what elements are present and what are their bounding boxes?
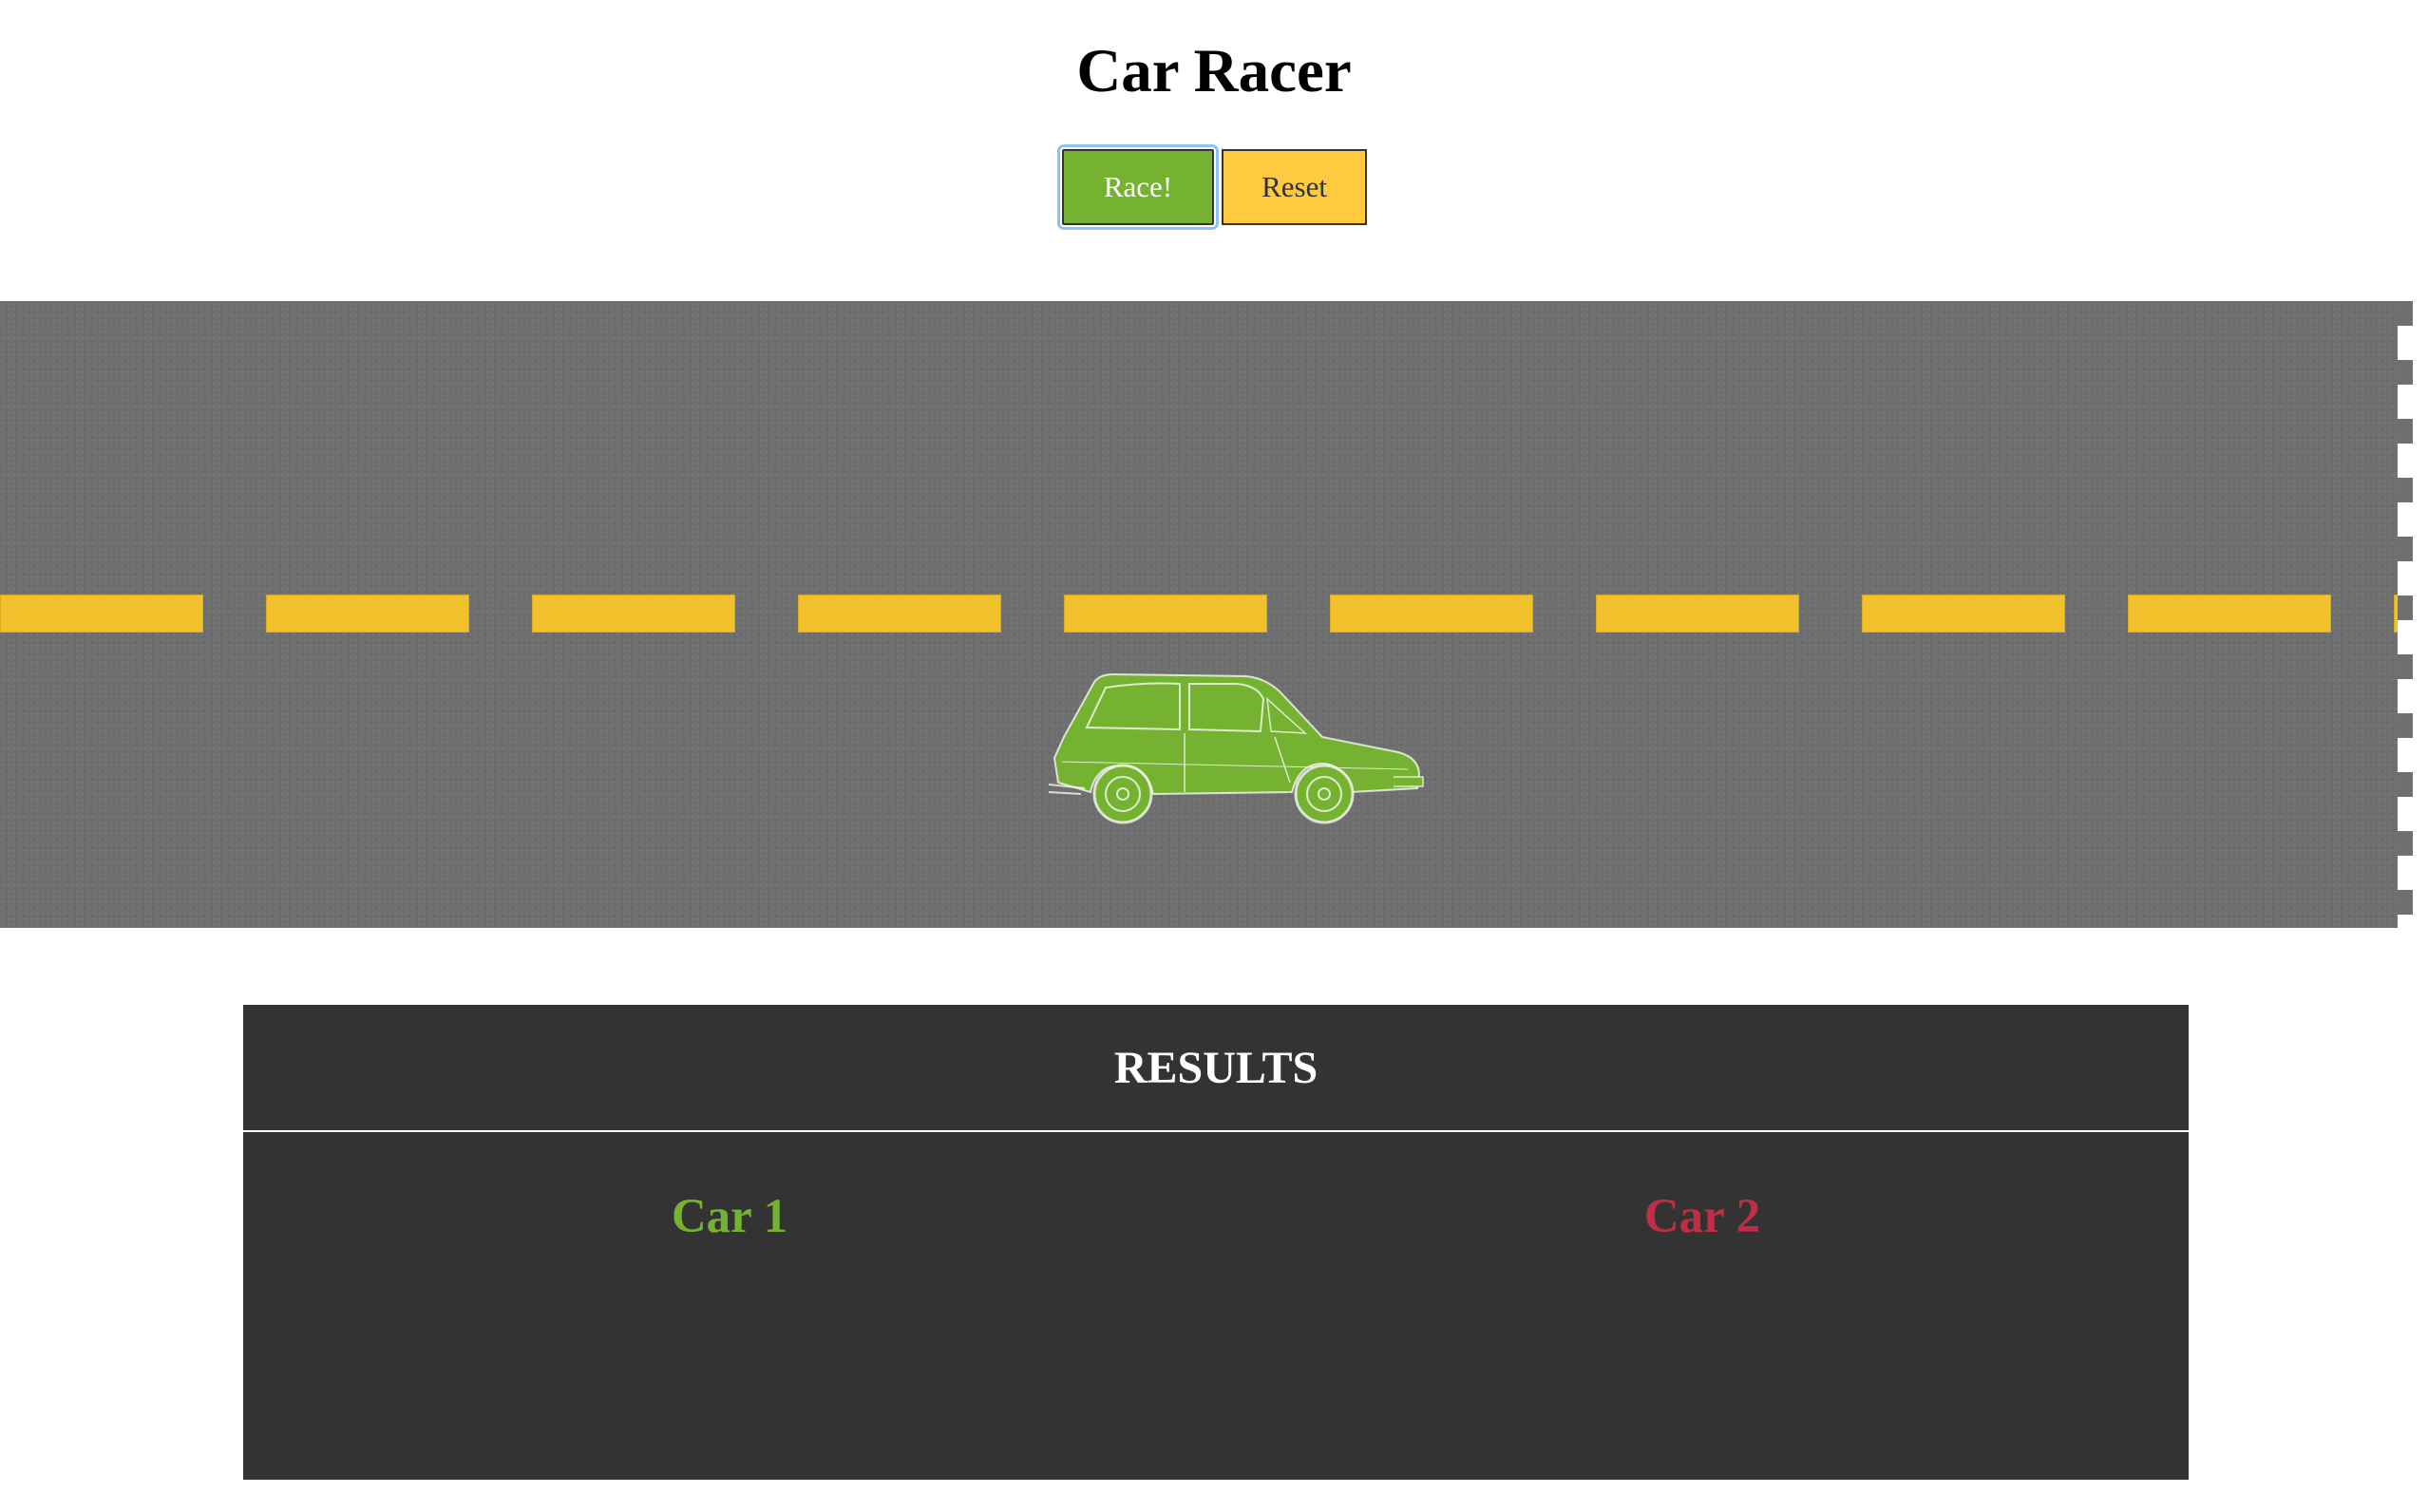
lane-dash (2128, 595, 2331, 633)
finish-edge (2413, 301, 2428, 928)
race-controls: Race! Reset (1057, 144, 1367, 230)
lane-dash (1330, 595, 1533, 633)
lane-dash (1862, 595, 2065, 633)
results-heading: RESULTS (243, 1005, 2189, 1132)
race-button[interactable]: Race! (1057, 144, 1219, 230)
lane-dash (266, 595, 469, 633)
page-title: Car Racer (1076, 37, 1352, 105)
car-front-window (1188, 683, 1265, 733)
lane-dash (0, 595, 203, 633)
lane-dash (532, 595, 735, 633)
results-panel: RESULTS Car 1 Car 2 (243, 1005, 2189, 1480)
page: Car Racer Race! Reset RESULTS Car 1 Car … (0, 0, 2428, 1512)
finish-line (2398, 301, 2413, 928)
car-1 (1048, 672, 1424, 824)
result-car-2-label: Car 2 (1643, 1190, 1761, 1243)
lane-dash (1064, 595, 1267, 633)
car-front-bumper (1394, 776, 1424, 787)
lane-divider (0, 595, 2413, 633)
hatchback-car-icon (1048, 672, 1424, 824)
car-wheel-hub (1116, 787, 1129, 801)
lane-dash (1596, 595, 1799, 633)
results-body: Car 1 Car 2 (243, 1132, 2189, 1480)
lane-dash (798, 595, 1001, 633)
car-wheel-hub (1318, 787, 1331, 801)
race-track (0, 301, 2413, 928)
reset-button[interactable]: Reset (1222, 149, 1367, 225)
result-car-1-label: Car 1 (671, 1190, 788, 1243)
